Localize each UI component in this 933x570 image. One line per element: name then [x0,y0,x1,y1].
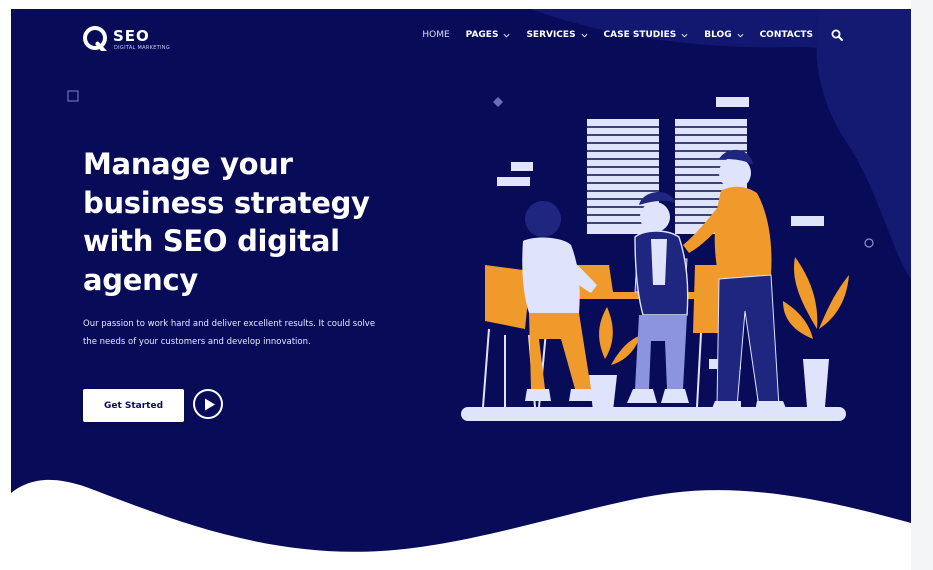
nav-item-label: CASE STUDIES [603,30,677,40]
play-icon [205,398,215,411]
brand-logo[interactable]: SEO DIGITAL MARKETING [83,26,193,58]
brand-name: SEO [113,27,150,45]
chevron-down-icon [737,33,744,37]
chevron-down-icon [581,33,587,37]
get-started-button[interactable]: Get Started [83,389,184,422]
nav-item-services[interactable]: SERVICES [526,30,587,40]
page-scroll-gutter [911,0,933,570]
play-video-button[interactable] [193,389,223,419]
logo-mark-icon [83,26,107,51]
nav-item-label: PAGES [465,30,499,40]
nav-item-home[interactable]: HOME [422,30,449,40]
chevron-down-icon [504,33,510,37]
team-meeting-illustration [461,97,849,421]
nav-item-label: HOME [422,30,450,40]
decorative-square [67,90,79,102]
nav-item-pages[interactable]: PAGES [466,30,511,40]
nav-item-label: CONTACTS [759,30,813,40]
hero-description: Our passion to work hard and deliver exc… [83,319,376,347]
brand-tagline: DIGITAL MARKETING [114,45,171,51]
nav-item-label: BLOG [704,30,732,40]
hero-section: SEO DIGITAL MARKETING HOME PAGES SERVICE… [11,9,911,570]
chevron-down-icon [681,33,688,37]
nav-item-case-studies[interactable]: CASE STUDIES [604,30,689,40]
nav-item-blog[interactable]: BLOG [704,30,744,40]
hero-headline: Manage your business strategy with SEO d… [83,147,370,297]
search-icon[interactable] [831,29,843,41]
main-navigation: HOME PAGES SERVICES CASE STUDIES BLOG CO… [406,29,843,41]
decorative-circle [864,238,874,248]
nav-item-label: SERVICES [526,30,576,40]
nav-item-contacts[interactable]: CONTACTS [760,30,813,40]
